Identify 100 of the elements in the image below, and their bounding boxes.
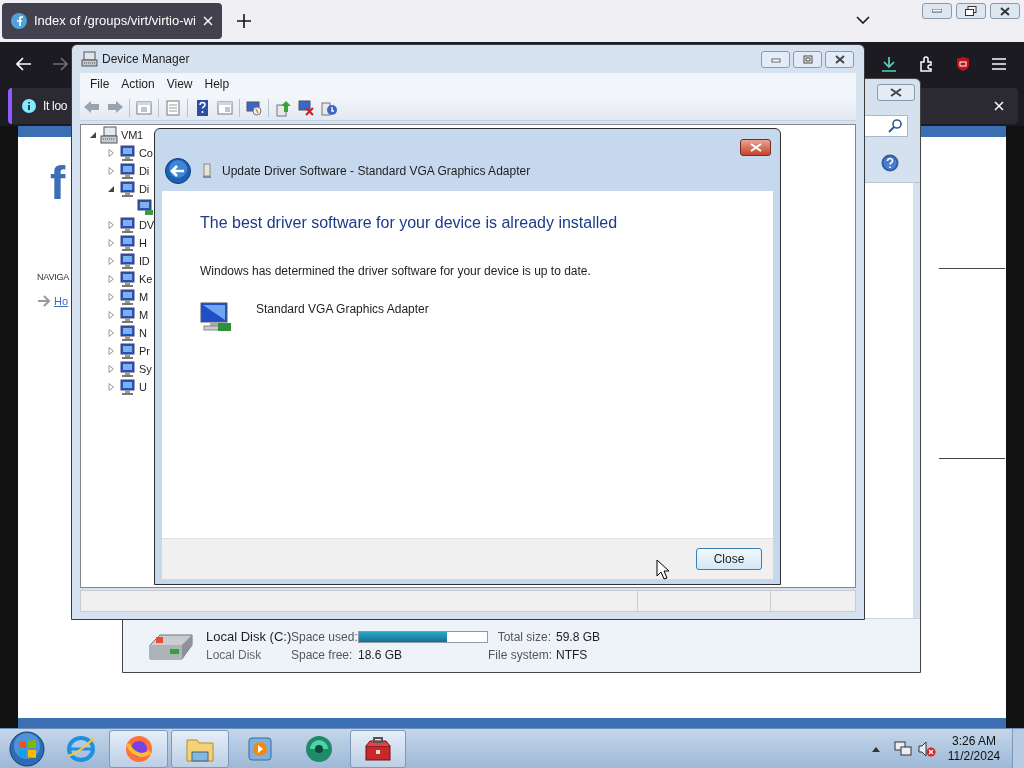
device-icon — [118, 360, 136, 378]
space-used-label: Space used: — [291, 628, 358, 646]
tree-item[interactable]: DV — [139, 216, 154, 234]
show-hidden-icons-button[interactable] — [872, 745, 880, 752]
mouse-pointer-icon — [656, 559, 670, 580]
menu-icon[interactable] — [991, 57, 1007, 71]
device-icon — [118, 234, 136, 252]
speaker-muted-icon[interactable] — [918, 740, 936, 757]
tree-item[interactable]: VM1 — [121, 126, 144, 144]
device-name: Standard VGA Graphics Adapter — [256, 301, 429, 318]
tree-item[interactable]: Di — [139, 180, 149, 198]
drive-name: Local Disk (C:) — [206, 627, 291, 646]
back-icon[interactable] — [16, 57, 32, 71]
notification-text: It loo — [43, 98, 68, 115]
forward-icon[interactable] — [52, 57, 68, 71]
dialog-title: Update Driver Software - Standard VGA Graphics Adapter — [222, 163, 531, 180]
menu-item[interactable]: Action — [115, 75, 161, 93]
device-icon — [118, 162, 136, 180]
tree-item[interactable]: N — [139, 324, 147, 342]
site-logo: f — [50, 156, 66, 211]
menu-item[interactable]: File — [84, 75, 116, 93]
close-tab-icon[interactable] — [203, 16, 213, 26]
start-button[interactable] — [8, 729, 46, 768]
device-icon — [118, 342, 136, 360]
total-size-value: 59.8 GB — [556, 628, 601, 646]
play-icon — [246, 734, 274, 763]
scan-icon[interactable] — [245, 98, 263, 117]
tree-item[interactable]: Co — [139, 144, 153, 162]
maximize-icon — [801, 54, 814, 64]
taskbar-button[interactable] — [109, 729, 168, 768]
device-icon — [118, 216, 136, 234]
file-system-value: NTFS — [556, 646, 589, 664]
toolbox-icon — [363, 734, 393, 763]
puzzle-icon[interactable] — [919, 56, 935, 72]
device-icon — [118, 324, 136, 342]
menu-item[interactable]: View — [160, 75, 199, 93]
total-size-label: Total size: — [496, 628, 552, 646]
favicon-icon — [11, 13, 27, 29]
space-free-label: Space free: — [291, 646, 354, 664]
dialog-heading: The best driver software for your device is already installed — [200, 213, 619, 233]
clock-date: 11/2/2024 — [947, 748, 1001, 764]
back-button[interactable] — [165, 158, 191, 184]
close-button[interactable] — [990, 3, 1020, 19]
device-icon — [118, 378, 136, 396]
download-icon[interactable] — [881, 56, 897, 72]
monitor-icon — [136, 198, 154, 216]
drive-type: Local Disk — [206, 646, 263, 664]
close-icon — [1000, 6, 1010, 16]
device-icon — [118, 180, 136, 198]
collapse-icon[interactable] — [106, 184, 116, 194]
update-icon[interactable] — [274, 98, 292, 117]
minimize-icon — [932, 9, 942, 13]
tree-item[interactable]: Di — [139, 162, 149, 180]
device-icon — [118, 252, 136, 270]
tree-item[interactable]: H — [139, 234, 147, 252]
close-icon — [890, 88, 902, 97]
restore-icon — [965, 6, 977, 16]
taskbar-button[interactable] — [350, 729, 406, 768]
space-free-value: 18.6 GB — [358, 646, 404, 664]
close-button[interactable]: Close — [696, 548, 762, 570]
tree-item[interactable]: Ke — [139, 270, 153, 288]
network-icon[interactable] — [894, 740, 912, 757]
tree-item[interactable]: Sy — [139, 360, 152, 378]
new-tab-icon[interactable] — [237, 14, 251, 28]
close-button[interactable] — [825, 50, 854, 68]
arrow-icon — [37, 294, 51, 307]
tree-item[interactable]: M — [139, 306, 148, 324]
monitor-icon — [200, 301, 232, 333]
tree-item[interactable]: M — [139, 288, 148, 306]
shield-icon[interactable] — [955, 56, 971, 72]
uninstall-icon[interactable] — [297, 98, 315, 117]
clock-time: 3:26 AM — [952, 733, 996, 749]
adapter-icon — [201, 163, 213, 179]
dialog-message: Windows has determined the driver software for your device is up to date. — [200, 263, 592, 280]
close-icon — [749, 143, 762, 152]
device-icon — [118, 270, 136, 288]
search-icon — [888, 119, 902, 133]
menu-item[interactable]: Help — [198, 75, 236, 93]
device-icon — [118, 144, 136, 162]
tab-list-icon[interactable] — [856, 16, 870, 24]
browser-tab[interactable]: Index of /groups/virt/virtio-wi — [2, 3, 222, 39]
restore-button[interactable] — [956, 3, 986, 19]
close-button[interactable] — [877, 84, 915, 101]
help-icon[interactable] — [881, 153, 899, 172]
collapse-icon[interactable] — [88, 130, 98, 140]
browser-icon — [123, 733, 154, 764]
taskbar-button[interactable] — [171, 729, 229, 768]
computer-icon — [81, 51, 98, 67]
device-icon — [118, 306, 136, 324]
computer-icon — [100, 126, 118, 144]
file-system-label: File system: — [488, 646, 553, 664]
swirl-icon — [304, 733, 334, 764]
device-icon — [118, 288, 136, 306]
tree-item[interactable]: ID — [139, 252, 150, 270]
close-icon[interactable] — [994, 101, 1004, 111]
home-link[interactable]: Ho — [54, 292, 69, 309]
tree-item[interactable]: U — [139, 378, 147, 396]
close-button[interactable] — [740, 139, 771, 156]
nav-heading: NAVIGA — [37, 271, 70, 284]
tree-item[interactable]: Pr — [139, 342, 150, 360]
